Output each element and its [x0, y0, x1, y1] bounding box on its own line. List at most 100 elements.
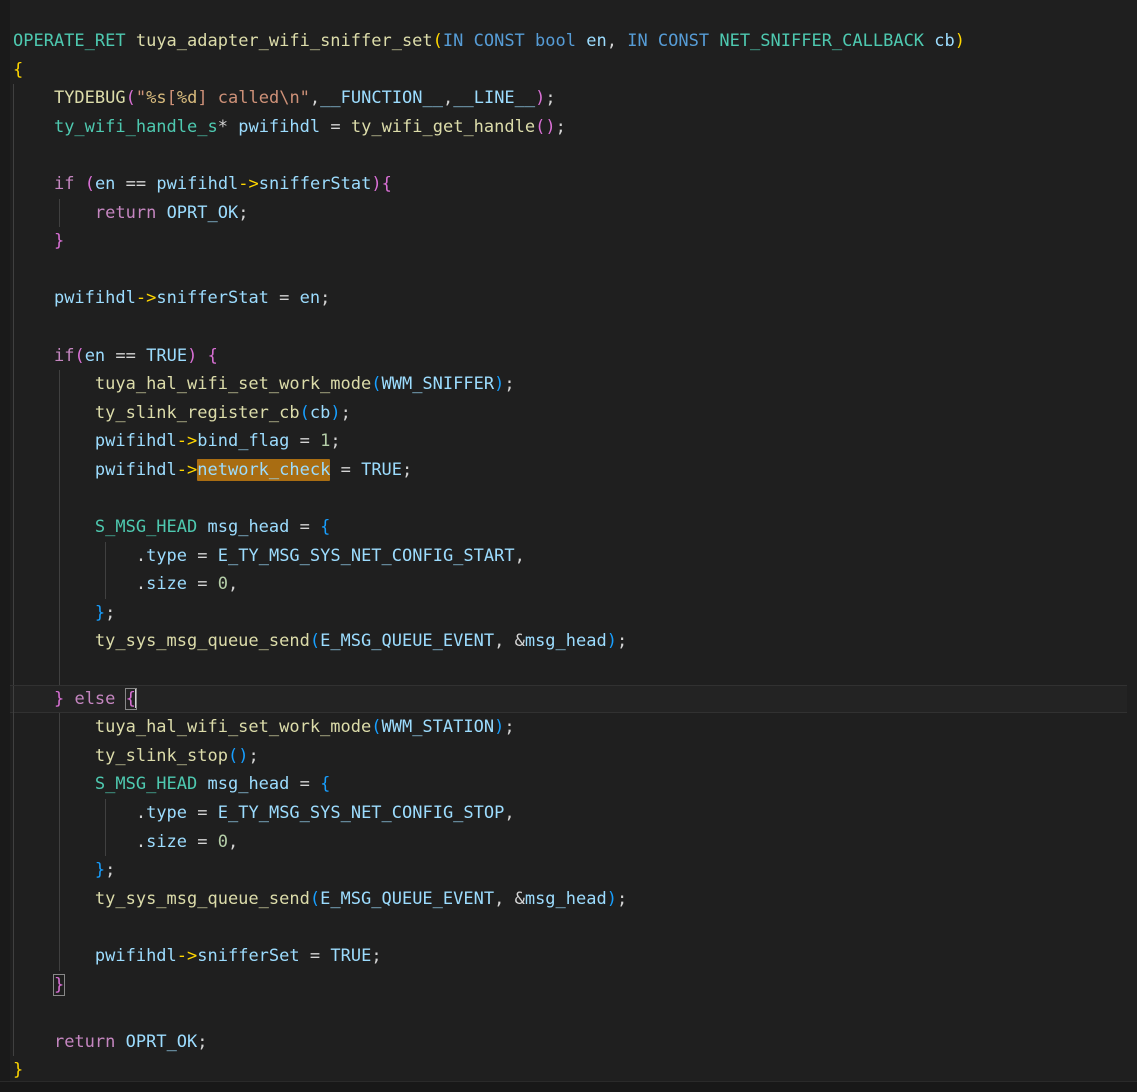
- code-line[interactable]: S_MSG_HEAD msg_head = {: [10, 770, 1137, 800]
- code-line[interactable]: }: [10, 227, 1137, 256]
- code-line[interactable]: [10, 255, 1137, 285]
- code-line[interactable]: ty_slink_stop();: [10, 741, 1137, 771]
- token-arrow: ->: [176, 459, 198, 480]
- indent-guide: [13, 255, 14, 285]
- indent-guide: [59, 627, 60, 657]
- indent-guide: [105, 799, 106, 828]
- token-type: ty_wifi_handle_s: [53, 116, 218, 137]
- token-punct: ;: [340, 402, 351, 423]
- code-line[interactable]: ty_wifi_handle_s* pwifihdl = ty_wifi_get…: [10, 112, 1137, 142]
- token-operator: *: [217, 116, 228, 137]
- code-line[interactable]: [10, 484, 1137, 514]
- token-punct: ;: [504, 717, 515, 738]
- code-line[interactable]: if (en == pwifihdl->snifferStat){: [10, 169, 1137, 199]
- token-variable: msg_head: [524, 631, 607, 652]
- code-line[interactable]: };: [10, 598, 1137, 628]
- code-line[interactable]: pwifihdl->snifferStat = en;: [10, 284, 1137, 313]
- token-punct: ;: [105, 602, 116, 623]
- indent-guide: [13, 112, 14, 142]
- code-line[interactable]: return OPRT_OK;: [10, 198, 1137, 228]
- token-punct: ,: [309, 88, 321, 109]
- token-bracket: ): [606, 631, 617, 652]
- code-line[interactable]: tuya_hal_wifi_set_work_mode(WWM_SNIFFER)…: [10, 370, 1137, 399]
- code-line[interactable]: S_MSG_HEAD msg_head = {: [10, 513, 1137, 542]
- token-keyword-return: return: [94, 202, 157, 223]
- code-line[interactable]: ty_slink_register_cb(cb);: [10, 398, 1137, 428]
- indent-guide: [59, 884, 60, 914]
- code-line[interactable]: if(en == TRUE) {: [10, 341, 1137, 371]
- token-format-specifier: %s: [146, 88, 167, 109]
- token-bracket: (: [84, 173, 95, 194]
- token-constant: TRUE: [330, 946, 372, 966]
- code-line[interactable]: pwifihdl->snifferSet = TRUE;: [10, 942, 1137, 971]
- token-function-call: ty_slink_stop: [94, 745, 228, 766]
- token-punct: ;: [320, 288, 331, 309]
- code-line[interactable]: return OPRT_OK;: [10, 1027, 1137, 1057]
- token-string: [: [166, 88, 177, 109]
- indent-guide: [59, 370, 60, 399]
- token-punct: .: [135, 803, 147, 824]
- token-operator: =: [299, 774, 310, 795]
- token-variable: pwifihdl: [53, 288, 136, 309]
- code-line[interactable]: [10, 141, 1137, 170]
- token-punct: ;: [105, 860, 116, 881]
- token-arrow: ->: [176, 431, 198, 452]
- code-line[interactable]: }: [10, 970, 1137, 1000]
- code-line[interactable]: pwifihdl->bind_flag = 1;: [10, 427, 1137, 456]
- token-function-call: TYDEBUG: [53, 88, 126, 109]
- indent-guide: [13, 84, 14, 113]
- token-keyword: IN CONST bool: [442, 31, 576, 51]
- indent-guide: [13, 541, 14, 571]
- code-line[interactable]: [10, 913, 1137, 942]
- code-line[interactable]: OPERATE_RET tuya_adapter_wifi_sniffer_se…: [10, 27, 1137, 56]
- code-editor[interactable]: OPERATE_RET tuya_adapter_wifi_sniffer_se…: [0, 0, 1137, 1092]
- code-line[interactable]: tuya_hal_wifi_set_work_mode(WWM_STATION)…: [10, 713, 1137, 742]
- token-macro: __FUNCTION__: [320, 88, 443, 109]
- code-line[interactable]: .size = 0,: [10, 570, 1137, 599]
- token-type: NET_SNIFFER_CALLBACK: [719, 31, 925, 51]
- token-bracket: ): [606, 888, 617, 909]
- token-operator: =: [197, 574, 208, 595]
- token-punct: ,: [606, 31, 617, 51]
- indent-guide: [59, 799, 60, 828]
- indent-guide: [13, 942, 14, 971]
- token-number: 0: [217, 831, 229, 852]
- code-line[interactable]: .type = E_TY_MSG_SYS_NET_CONFIG_START,: [10, 541, 1137, 571]
- code-line[interactable]: [10, 656, 1137, 685]
- token-operator: =: [197, 831, 208, 852]
- code-line[interactable]: ty_sys_msg_queue_send(E_MSG_QUEUE_EVENT,…: [10, 627, 1137, 657]
- search-match-highlight[interactable]: network_check: [197, 458, 331, 481]
- code-line[interactable]: .type = E_TY_MSG_SYS_NET_CONFIG_STOP,: [10, 799, 1137, 828]
- token-punct: ;: [504, 374, 515, 395]
- token-function-call: tuya_hal_wifi_set_work_mode: [94, 374, 372, 395]
- current-code-line[interactable]: } else {: [10, 684, 1127, 715]
- indent-guide: [13, 455, 14, 485]
- token-bracket: (: [74, 345, 85, 366]
- token-brace-close: }: [94, 860, 106, 881]
- code-line[interactable]: pwifihdl->network_check = TRUE;: [10, 455, 1137, 485]
- code-line[interactable]: }: [10, 1056, 1137, 1082]
- code-line[interactable]: .size = 0,: [10, 827, 1137, 857]
- indent-guide: [59, 513, 60, 542]
- code-line[interactable]: [10, 999, 1137, 1028]
- token-operator: =: [309, 946, 321, 966]
- token-brace-close: }: [94, 602, 106, 623]
- token-field: size: [146, 574, 188, 595]
- indent-guide: [105, 541, 106, 571]
- indent-guide: [13, 570, 14, 599]
- code-content[interactable]: OPERATE_RET tuya_adapter_wifi_sniffer_se…: [10, 0, 1137, 1082]
- indent-guide: [105, 827, 106, 857]
- code-line[interactable]: TYDEBUG("%s[%d] called\n",__FUNCTION__,_…: [10, 84, 1137, 113]
- code-line[interactable]: ty_sys_msg_queue_send(E_MSG_QUEUE_EVENT,…: [10, 884, 1137, 914]
- indent-guide: [13, 713, 14, 742]
- indent-guide: [59, 942, 60, 971]
- text-cursor: [134, 687, 137, 708]
- token-punct: ;: [197, 1031, 208, 1052]
- code-line[interactable]: [10, 312, 1137, 342]
- token-bracket: ): [371, 173, 382, 194]
- token-punct: .: [135, 831, 147, 852]
- token-brace-open: {: [320, 517, 331, 538]
- code-line[interactable]: };: [10, 856, 1137, 885]
- code-line[interactable]: {: [10, 56, 1137, 85]
- token-field: snifferStat: [258, 173, 372, 194]
